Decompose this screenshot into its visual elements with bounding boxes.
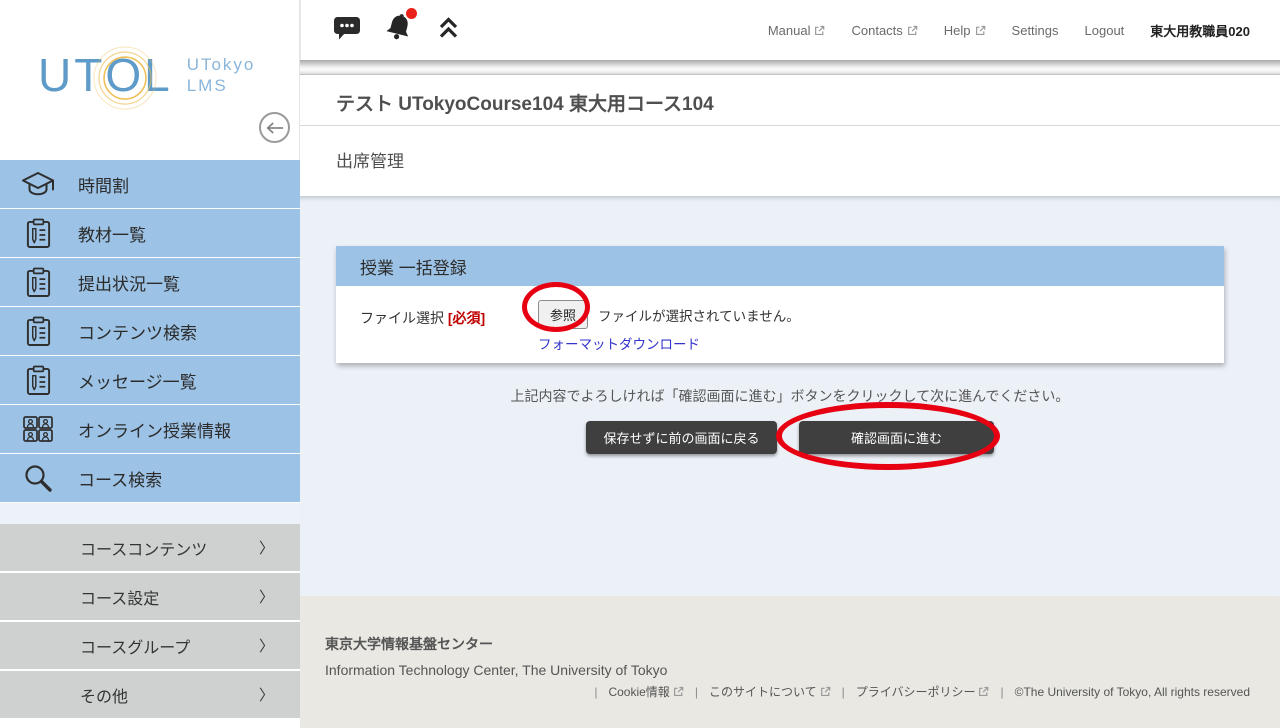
external-link-icon <box>814 25 825 36</box>
arrow-left-icon <box>265 120 285 136</box>
sidebar-item-label: 教材一覧 <box>78 221 146 246</box>
sidebar-item-course-search[interactable]: コース検索 <box>0 454 300 503</box>
bulk-register-panel: 授業 一括登録 ファイル選択 [必須] 参照 ファイルが選択されていません。 フ… <box>336 246 1224 363</box>
top-bar: Manual Contacts Help Settings Logout 東大用… <box>300 0 1280 60</box>
logo-letter-l: L <box>144 48 173 102</box>
footer-org-en: Information Technology Center, The Unive… <box>325 662 1250 678</box>
help-link[interactable]: Help <box>944 23 986 38</box>
sidebar-item-course-settings[interactable]: コース設定 〉 <box>0 573 300 622</box>
sidebar-item-label: コース検索 <box>78 466 162 491</box>
utol-logo-text: UT OL <box>38 48 173 102</box>
page-title: 出席管理 <box>300 126 1280 196</box>
sidebar-item-online-class-info[interactable]: オンライン授業情報 <box>0 405 300 454</box>
content-area: 授業 一括登録 ファイル選択 [必須] 参照 ファイルが選択されていません。 フ… <box>300 196 1280 596</box>
panel-title: 授業 一括登録 <box>336 246 1224 286</box>
browse-button[interactable]: 参照 <box>538 300 588 329</box>
chevron-right-icon: 〉 <box>259 537 274 558</box>
clipboard-icon <box>20 316 56 347</box>
settings-link[interactable]: Settings <box>1012 23 1059 38</box>
contacts-link[interactable]: Contacts <box>851 23 917 38</box>
top-bar-links: Manual Contacts Help Settings Logout 東大用… <box>768 21 1250 40</box>
instruction-text: 上記内容でよろしければ「確認画面に進む」ボタンをクリックして次に進んでください。 <box>300 386 1280 406</box>
external-link-icon <box>975 25 986 36</box>
sidebar-item-label: 提出状況一覧 <box>78 270 180 295</box>
external-link-icon <box>978 686 989 697</box>
header-divider-strip <box>300 60 1280 75</box>
action-buttons: 保存せずに前の画面に戻る 確認画面に進む <box>300 421 1280 454</box>
page-footer: 東京大学情報基盤センター Information Technology Cent… <box>300 596 1280 728</box>
external-link-icon <box>907 25 918 36</box>
privacy-policy-link[interactable]: プライバシーポリシー <box>856 683 990 700</box>
magnifier-icon <box>20 463 56 493</box>
page-header: テスト UTokyoCourse104 東大用コース104 出席管理 <box>300 75 1280 196</box>
user-name: 東大用教職員020 <box>1150 21 1250 40</box>
sidebar-item-content-search[interactable]: コンテンツ検索 <box>0 307 300 356</box>
sidebar-item-materials[interactable]: 教材一覧 <box>0 209 300 258</box>
sidebar-collapse-button[interactable] <box>259 112 290 143</box>
main-area: Manual Contacts Help Settings Logout 東大用… <box>300 0 1280 720</box>
sidebar-item-messages[interactable]: メッセージ一覧 <box>0 356 300 405</box>
back-without-saving-button[interactable]: 保存せずに前の画面に戻る <box>586 421 777 454</box>
clipboard-icon <box>20 267 56 298</box>
logo-letter-o: O <box>105 48 144 102</box>
video-grid-icon <box>20 415 56 443</box>
sidebar-item-submission-status[interactable]: 提出状況一覧 <box>0 258 300 307</box>
required-badge: [必須] <box>448 310 485 326</box>
clipboard-icon <box>20 365 56 396</box>
notification-badge <box>406 8 417 19</box>
sidebar-item-timetable[interactable]: 時間割 <box>0 160 300 209</box>
sidebar-group-gap <box>0 503 300 524</box>
chevron-right-icon: 〉 <box>259 684 274 705</box>
manual-link[interactable]: Manual <box>768 23 826 38</box>
external-link-icon <box>820 686 831 697</box>
about-site-link[interactable]: このサイトについて <box>709 683 831 700</box>
sidebar-logo-area: UT OL UTokyo LMS <box>0 0 300 160</box>
sidebar-item-label: オンライン授業情報 <box>78 417 231 442</box>
graduation-cap-icon <box>20 170 56 199</box>
file-select-label: ファイル選択 [必須] <box>360 294 538 353</box>
sidebar-item-label: 時間割 <box>78 172 129 197</box>
notification-bell-icon[interactable] <box>383 11 415 49</box>
file-select-control: 参照 ファイルが選択されていません。 フォーマットダウンロード <box>538 294 800 353</box>
top-bar-icons <box>333 11 460 49</box>
utol-logo: UT OL UTokyo LMS <box>38 48 255 102</box>
sidebar: UT OL UTokyo LMS <box>0 0 300 720</box>
no-file-selected-text: ファイルが選択されていません。 <box>598 305 800 325</box>
logout-link[interactable]: Logout <box>1085 23 1125 38</box>
footer-org-ja: 東京大学情報基盤センター <box>325 634 1250 654</box>
chat-icon[interactable] <box>333 15 361 45</box>
sidebar-item-course-contents[interactable]: コースコンテンツ 〉 <box>0 524 300 573</box>
proceed-to-confirm-button[interactable]: 確認画面に進む <box>799 421 994 454</box>
chevron-right-icon: 〉 <box>259 635 274 656</box>
footer-links: | Cookie情報 | このサイトについて | プライバシーポリシー | ©T… <box>325 683 1250 700</box>
clipboard-icon <box>20 218 56 249</box>
panel-body: ファイル選択 [必須] 参照 ファイルが選択されていません。 フォーマットダウン… <box>336 286 1224 363</box>
course-title: テスト UTokyoCourse104 東大用コース104 <box>300 75 1280 126</box>
format-download-link[interactable]: フォーマットダウンロード <box>538 333 700 353</box>
copyright-text: ©The University of Tokyo, All rights res… <box>1015 685 1250 699</box>
sidebar-item-label: コンテンツ検索 <box>78 319 197 344</box>
utol-logo-subtitle: UTokyo LMS <box>187 54 256 97</box>
sidebar-item-others[interactable]: その他 〉 <box>0 671 300 720</box>
sidebar-item-course-group[interactable]: コースグループ 〉 <box>0 622 300 671</box>
cookie-info-link[interactable]: Cookie情報 <box>608 683 683 700</box>
logo-letters-ut: UT <box>38 48 105 102</box>
collapse-up-icon[interactable] <box>437 15 460 46</box>
chevron-right-icon: 〉 <box>259 586 274 607</box>
external-link-icon <box>673 686 684 697</box>
sidebar-item-label: メッセージ一覧 <box>78 368 197 393</box>
